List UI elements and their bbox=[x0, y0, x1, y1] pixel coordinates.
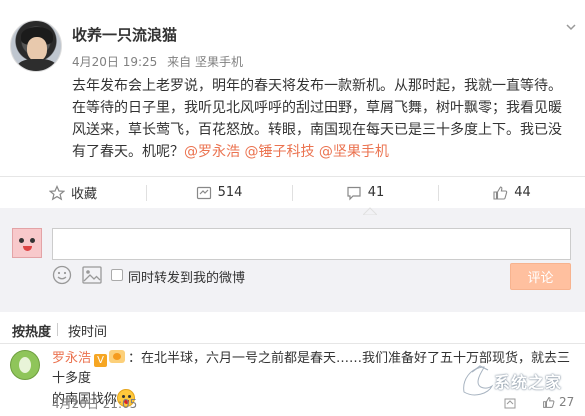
post-line-4: 有了春天。机呢？@罗永浩 @锤子科技 @坚果手机 bbox=[72, 141, 572, 163]
watermark-text: 系统之家 bbox=[494, 373, 563, 392]
post-line-1: 去年发布会上老罗说，明年的春天将发布一款新机。从那时起，我就一直等待。 bbox=[72, 78, 562, 94]
current-user-avatar[interactable] bbox=[12, 228, 42, 258]
like-count: 44 bbox=[514, 185, 531, 200]
reply-time: 4月20日 21:05 bbox=[52, 397, 138, 411]
comment-count: 41 bbox=[367, 185, 385, 200]
post-line-4-text: 有了春天。机呢？ bbox=[72, 144, 184, 160]
submit-comment-button[interactable]: 评论 bbox=[510, 263, 571, 290]
composer-pointer bbox=[363, 207, 377, 215]
post-meta: 4月20日 19:25 来自 坚果手机 bbox=[72, 53, 249, 70]
chevron-down-icon[interactable] bbox=[566, 22, 576, 32]
repost-checkbox[interactable] bbox=[111, 269, 123, 281]
comment-composer: 同时转发到我的微博 评论 bbox=[0, 208, 585, 312]
thumbs-up-icon[interactable] bbox=[542, 396, 555, 409]
avatar-mouth bbox=[23, 246, 32, 251]
favorite-label: 收藏 bbox=[70, 187, 97, 202]
comment-icon bbox=[347, 186, 361, 200]
avatar-figure bbox=[19, 357, 31, 373]
like-button[interactable]: 44 bbox=[438, 177, 585, 208]
post-source[interactable]: 来自 坚果手机 bbox=[167, 55, 243, 69]
action-bar: 收藏 514 41 44 bbox=[0, 176, 585, 209]
favorite-button[interactable]: 收藏 bbox=[0, 177, 146, 208]
image-icon[interactable] bbox=[82, 266, 102, 284]
post-time[interactable]: 4月20日 19:25 bbox=[72, 55, 157, 69]
star-icon bbox=[48, 184, 65, 200]
sort-by-time-tab[interactable]: 按时间 bbox=[68, 321, 107, 340]
repost-count: 514 bbox=[217, 185, 243, 200]
post-text: 去年发布会上老罗说，明年的春天将发布一款新机。从那时起，我就一直等待。 在等待的… bbox=[72, 75, 572, 163]
sort-divider bbox=[57, 323, 58, 336]
author-avatar[interactable] bbox=[10, 20, 62, 72]
weibo-post-card: 收养一只流浪猫 4月20日 19:25 来自 坚果手机 去年发布会上老罗说，明年… bbox=[0, 0, 585, 416]
comment-input[interactable] bbox=[52, 228, 571, 260]
member-badge-icon[interactable] bbox=[109, 350, 126, 363]
reply-author-name[interactable]: 罗永浩 bbox=[52, 351, 91, 366]
mention-luoyonghao[interactable]: @罗永浩 bbox=[184, 144, 240, 160]
author-name[interactable]: 收养一只流浪猫 bbox=[72, 24, 177, 45]
mention-smartisan[interactable]: @锤子科技 bbox=[244, 144, 314, 160]
repost-icon bbox=[196, 186, 211, 199]
reply-author-avatar[interactable] bbox=[10, 350, 40, 380]
avatar-eye-right bbox=[30, 238, 35, 243]
post-line-3: 风送来，草长莺飞，百花怒放。转眼，南国现在每天已是三十多度上下。我已没 bbox=[72, 122, 562, 138]
share-icon[interactable] bbox=[504, 397, 516, 409]
sort-by-hot-tab[interactable]: 按热度 bbox=[12, 321, 51, 340]
smiley-icon[interactable] bbox=[52, 265, 72, 285]
comment-button[interactable]: 41 bbox=[292, 177, 438, 208]
reply-like-count: 27 bbox=[559, 395, 575, 409]
thumbs-up-icon bbox=[493, 185, 508, 200]
repost-checkbox-label[interactable]: 同时转发到我的微博 bbox=[128, 267, 245, 286]
avatar-face bbox=[27, 37, 47, 61]
mention-jianguo-phone[interactable]: @坚果手机 bbox=[319, 144, 389, 160]
verified-badge[interactable]: V bbox=[94, 354, 108, 367]
repost-button[interactable]: 514 bbox=[146, 177, 292, 208]
post-line-2: 在等待的日子里，我听见北风呼呼的刮过田野，草屑飞舞，树叶飘零；我看见暖 bbox=[72, 100, 562, 116]
avatar-eye-left bbox=[19, 238, 24, 243]
comment-sort-bar: 按热度 按时间 bbox=[0, 312, 585, 344]
avatar-body bbox=[17, 59, 57, 71]
